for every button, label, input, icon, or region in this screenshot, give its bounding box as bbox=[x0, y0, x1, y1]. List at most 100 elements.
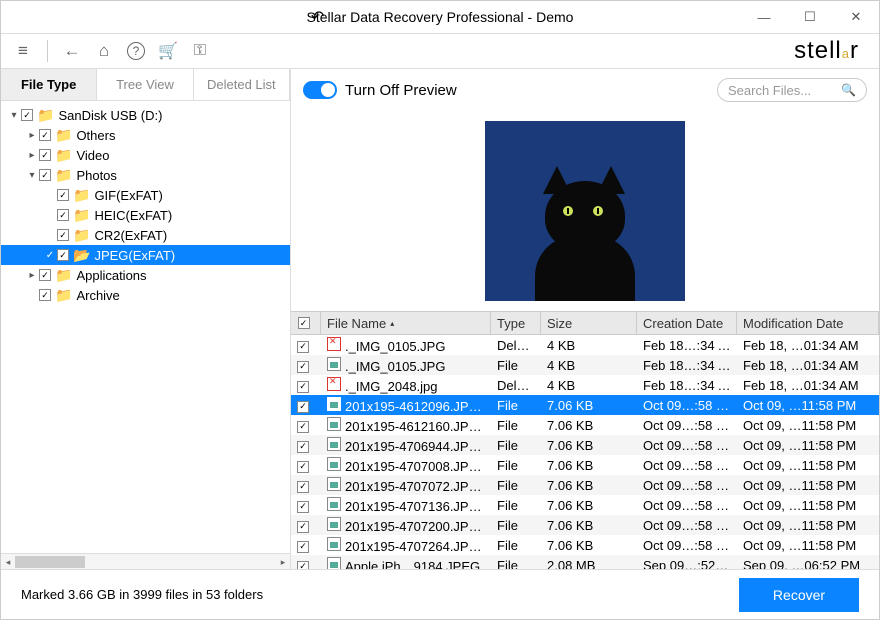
cart-button[interactable]: 🛒 bbox=[154, 37, 182, 65]
expand-icon[interactable]: ▸ bbox=[25, 150, 39, 161]
tree-item[interactable]: ▸✓📁Applications bbox=[1, 265, 290, 285]
file-row[interactable]: ✓._IMG_2048.jpgDel…ile4 KBFeb 18…:34 AMF… bbox=[291, 375, 879, 395]
folder-icon: 📁 bbox=[73, 187, 90, 204]
file-checkbox[interactable]: ✓ bbox=[297, 381, 309, 393]
tree-item[interactable]: ▾✓📁SanDisk USB (D:) bbox=[1, 105, 290, 125]
file-row[interactable]: ✓Apple iPh…9184.JPEGFile2.08 MBSep 09…:5… bbox=[291, 555, 879, 569]
recover-button[interactable]: Recover bbox=[739, 578, 859, 612]
tree-item[interactable]: ▸✓📁Video bbox=[1, 145, 290, 165]
tree-item[interactable]: ✓✓📂JPEG(ExFAT) bbox=[1, 245, 290, 265]
tree-item[interactable]: ✓📁GIF(ExFAT) bbox=[1, 185, 290, 205]
file-row[interactable]: ✓201x195-4612160.JPEGFile7.06 KBOct 09…:… bbox=[291, 415, 879, 435]
close-button[interactable]: ✕ bbox=[833, 1, 879, 33]
tree-checkbox[interactable]: ✓ bbox=[39, 169, 51, 181]
file-checkbox[interactable]: ✓ bbox=[297, 441, 309, 453]
tree-item[interactable]: ▸✓📁Others bbox=[1, 125, 290, 145]
file-checkbox[interactable]: ✓ bbox=[297, 421, 309, 433]
scroll-right-arrow[interactable]: ▸ bbox=[276, 554, 290, 570]
file-checkbox[interactable]: ✓ bbox=[297, 341, 309, 353]
column-size[interactable]: Size bbox=[541, 312, 637, 334]
tree-item-label: Photos bbox=[76, 168, 116, 183]
tree-checkbox[interactable]: ✓ bbox=[57, 229, 69, 241]
tree-checkbox[interactable]: ✓ bbox=[57, 189, 69, 201]
file-checkbox[interactable]: ✓ bbox=[297, 361, 309, 373]
file-icon bbox=[327, 557, 341, 570]
file-checkbox[interactable]: ✓ bbox=[297, 501, 309, 513]
home-button[interactable]: ⌂ bbox=[90, 37, 118, 65]
file-type: File bbox=[491, 398, 541, 413]
help-button[interactable]: ? bbox=[122, 37, 150, 65]
tree-checkbox[interactable]: ✓ bbox=[21, 109, 33, 121]
app-title: Stellar Data Recovery Professional - Dem… bbox=[307, 9, 574, 25]
file-checkbox[interactable]: ✓ bbox=[297, 521, 309, 533]
preview-toggle[interactable] bbox=[303, 81, 337, 99]
tree-item[interactable]: ✓ 📁 HEIC(ExFAT) bbox=[1, 205, 290, 225]
toolbar: ≡ ← ⌂ ? 🛒 ⚿ stellar bbox=[1, 33, 879, 69]
tree-checkbox[interactable]: ✓ bbox=[39, 129, 51, 141]
file-row[interactable]: ✓201x195-4706944.JPEGFile7.06 KBOct 09…:… bbox=[291, 435, 879, 455]
folder-icon: 📁 bbox=[73, 207, 90, 224]
file-type: File bbox=[491, 558, 541, 570]
horizontal-scrollbar[interactable]: ◂ ▸ bbox=[1, 553, 290, 569]
menu-button[interactable]: ≡ bbox=[9, 37, 37, 65]
header-checkbox[interactable]: ✓ bbox=[291, 312, 321, 334]
minimize-button[interactable]: — bbox=[741, 1, 787, 33]
expand-icon[interactable]: ▸ bbox=[25, 130, 39, 141]
back-button[interactable]: ← bbox=[58, 37, 86, 65]
file-type: File bbox=[491, 458, 541, 473]
file-checkbox[interactable]: ✓ bbox=[297, 461, 309, 473]
file-checkbox[interactable]: ✓ bbox=[297, 401, 309, 413]
expand-icon[interactable]: ▾ bbox=[7, 110, 21, 121]
file-creation-date: Oct 09…:58 PM bbox=[637, 458, 737, 473]
file-size: 7.06 KB bbox=[541, 438, 637, 453]
file-name: 201x195-4707072.JPEG bbox=[345, 479, 487, 494]
file-checkbox[interactable]: ✓ bbox=[297, 481, 309, 493]
file-checkbox[interactable]: ✓ bbox=[297, 561, 309, 569]
column-creation-date[interactable]: Creation Date bbox=[637, 312, 737, 334]
file-row[interactable]: ✓201x195-4707200.JPEGFile7.06 KBOct 09…:… bbox=[291, 515, 879, 535]
tree-item[interactable]: ✓📁Archive bbox=[1, 285, 290, 305]
file-modification-date: Oct 09, …11:58 PM bbox=[737, 498, 879, 513]
tree-checkbox[interactable]: ✓ bbox=[57, 249, 69, 261]
tree-item[interactable]: ✓📁CR2(ExFAT) bbox=[1, 225, 290, 245]
tree-checkbox[interactable]: ✓ bbox=[39, 289, 51, 301]
file-row[interactable]: ✓._IMG_0105.JPGDel…ile4 KBFeb 18…:34 AMF… bbox=[291, 335, 879, 355]
column-file-name[interactable]: File Name▴ bbox=[321, 312, 491, 334]
column-type[interactable]: Type bbox=[491, 312, 541, 334]
brand-logo: stellar bbox=[794, 37, 871, 65]
tab-file-type[interactable]: File Type bbox=[1, 69, 97, 100]
search-icon: 🔍 bbox=[841, 83, 856, 97]
activation-button[interactable]: ⚿ bbox=[186, 37, 214, 65]
file-row[interactable]: ✓201x195-4707008.JPEGFile7.06 KBOct 09…:… bbox=[291, 455, 879, 475]
maximize-button[interactable]: ☐ bbox=[787, 1, 833, 33]
search-input[interactable]: Search Files... 🔍 bbox=[717, 78, 867, 102]
expand-icon[interactable]: ✓ bbox=[43, 250, 57, 261]
column-modification-date[interactable]: Modification Date bbox=[737, 312, 879, 334]
file-row[interactable]: ✓201x195-4707136.JPEGFile7.06 KBOct 09…:… bbox=[291, 495, 879, 515]
expand-icon[interactable]: ▸ bbox=[25, 270, 39, 281]
file-name: 201x195-4706944.JPEG bbox=[345, 439, 487, 454]
tree-view[interactable]: ▾✓📁SanDisk USB (D:)▸✓📁Others▸✓📁Video▾✓📁P… bbox=[1, 101, 290, 553]
file-row[interactable]: ✓._IMG_0105.JPGFile4 KBFeb 18…:34 AMFeb … bbox=[291, 355, 879, 375]
tree-checkbox[interactable]: ✓ bbox=[39, 269, 51, 281]
file-size: 7.06 KB bbox=[541, 538, 637, 553]
scroll-thumb[interactable] bbox=[15, 556, 85, 568]
file-checkbox[interactable]: ✓ bbox=[297, 541, 309, 553]
file-row[interactable]: ✓201x195-4707264.JPEGFile7.06 KBOct 09…:… bbox=[291, 535, 879, 555]
file-name: 201x195-4707200.JPEG bbox=[345, 519, 487, 534]
tree-item-label: JPEG(ExFAT) bbox=[94, 248, 175, 263]
file-icon bbox=[327, 377, 341, 391]
tab-deleted-list[interactable]: Deleted List bbox=[194, 69, 290, 100]
tree-checkbox[interactable]: ✓ bbox=[39, 149, 51, 161]
tree-item-label: HEIC(ExFAT) bbox=[94, 208, 172, 223]
expand-icon[interactable]: ▾ bbox=[25, 170, 39, 181]
tree-checkbox[interactable]: ✓ bbox=[57, 209, 69, 221]
folder-icon: 📁 bbox=[73, 227, 90, 244]
file-row[interactable]: ✓201x195-4612096.JPEGFile7.06 KBOct 09…:… bbox=[291, 395, 879, 415]
sort-indicator-icon: ▴ bbox=[390, 319, 394, 328]
file-list[interactable]: ✓._IMG_0105.JPGDel…ile4 KBFeb 18…:34 AMF… bbox=[291, 335, 879, 569]
file-row[interactable]: ✓201x195-4707072.JPEGFile7.06 KBOct 09…:… bbox=[291, 475, 879, 495]
tab-tree-view[interactable]: Tree View bbox=[97, 69, 193, 100]
scroll-left-arrow[interactable]: ◂ bbox=[1, 554, 15, 570]
tree-item[interactable]: ▾✓📁Photos bbox=[1, 165, 290, 185]
